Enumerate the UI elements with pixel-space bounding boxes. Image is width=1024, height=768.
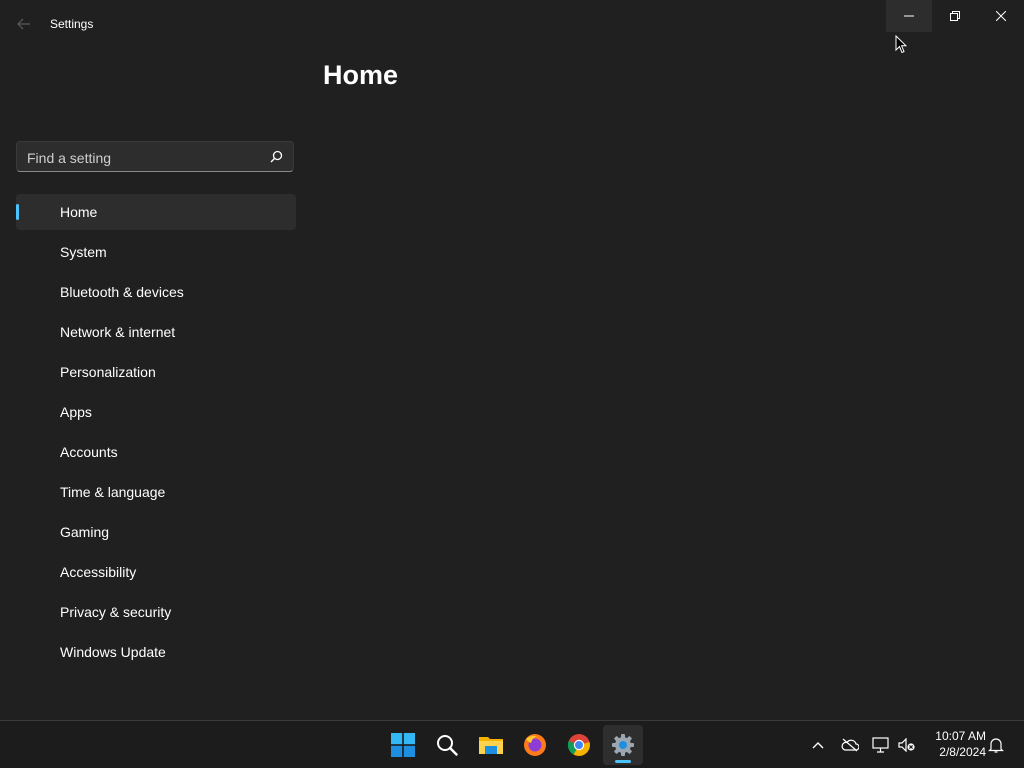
onedrive-tray-button[interactable]: [838, 733, 862, 757]
sidebar-item-time-language[interactable]: Time & language: [16, 474, 296, 510]
volume-tray-button[interactable]: [895, 733, 919, 757]
sidebar-item-accounts[interactable]: Accounts: [16, 434, 296, 470]
show-hidden-icons-button[interactable]: [806, 733, 830, 757]
network-tray-button[interactable]: [869, 733, 893, 757]
sidebar-item-label: Time & language: [60, 484, 166, 500]
sidebar-item-label: Personalization: [60, 364, 156, 380]
close-icon: [996, 11, 1006, 21]
firefox-button[interactable]: [515, 725, 555, 765]
close-button[interactable]: [978, 0, 1024, 32]
minimize-icon: [904, 15, 914, 17]
restore-icon: [950, 11, 960, 21]
notification-bell-icon: [988, 738, 1004, 753]
clock-time: 10:07 AM: [935, 729, 986, 743]
start-button[interactable]: [383, 725, 423, 765]
file-explorer-button[interactable]: [471, 725, 511, 765]
title-bar: Settings: [0, 0, 1024, 48]
sidebar-item-windows-update[interactable]: Windows Update: [16, 634, 296, 670]
start-icon: [391, 733, 415, 757]
taskbar: 10:07 AM 2/8/2024: [0, 720, 1024, 768]
sidebar-item-label: Gaming: [60, 524, 110, 540]
onedrive-icon: [841, 738, 859, 752]
sidebar-item-apps[interactable]: Apps: [16, 394, 296, 430]
app-title: Settings: [50, 17, 94, 31]
chevron-up-icon: [812, 742, 824, 749]
sidebar-item-label: Network & internet: [60, 324, 176, 340]
sidebar-nav: Home System Bluetooth & devices Network …: [16, 194, 296, 674]
settings-taskbar-button[interactable]: [603, 725, 643, 765]
sidebar-item-label: Privacy & security: [60, 604, 172, 620]
settings-icon: [612, 734, 634, 756]
taskbar-search-button[interactable]: [427, 725, 467, 765]
search-icon[interactable]: [270, 150, 283, 163]
back-button[interactable]: [12, 12, 36, 36]
settings-search-box[interactable]: [16, 141, 294, 173]
sidebar-item-label: Apps: [60, 404, 92, 420]
page-title: Home: [323, 60, 399, 90]
sidebar-item-privacy-security[interactable]: Privacy & security: [16, 594, 296, 630]
notifications-button[interactable]: [984, 733, 1008, 757]
chrome-icon: [567, 734, 590, 756]
search-icon: [437, 735, 458, 756]
sidebar-item-label: Bluetooth & devices: [60, 284, 184, 300]
sidebar-item-label: Windows Update: [60, 644, 166, 660]
sidebar-item-bluetooth-devices[interactable]: Bluetooth & devices: [16, 274, 296, 310]
sidebar-item-label: System: [60, 244, 107, 260]
firefox-icon: [524, 734, 546, 756]
sidebar-item-system[interactable]: System: [16, 234, 296, 270]
search-input[interactable]: [17, 142, 269, 173]
file-explorer-icon: [479, 737, 503, 754]
running-indicator: [615, 760, 631, 763]
sidebar-item-label: Accounts: [60, 444, 118, 460]
sidebar-item-network-internet[interactable]: Network & internet: [16, 314, 296, 350]
mouse-cursor-icon: [895, 35, 907, 54]
sidebar-item-gaming[interactable]: Gaming: [16, 514, 296, 550]
minimize-button[interactable]: [886, 0, 932, 32]
selection-indicator: [16, 204, 19, 220]
sidebar-item-label: Home: [60, 204, 98, 220]
sidebar-item-label: Accessibility: [60, 564, 137, 580]
sidebar-item-personalization[interactable]: Personalization: [16, 354, 296, 390]
volume-muted-icon: [898, 738, 915, 752]
sidebar-item-home[interactable]: Home: [16, 194, 296, 230]
sidebar-item-accessibility[interactable]: Accessibility: [16, 554, 296, 590]
back-arrow-icon: [17, 18, 30, 30]
clock[interactable]: 10:07 AM 2/8/2024: [926, 728, 986, 760]
chrome-button[interactable]: [559, 725, 599, 765]
clock-date: 2/8/2024: [939, 745, 986, 759]
restore-button[interactable]: [932, 0, 978, 32]
network-icon: [872, 737, 889, 753]
